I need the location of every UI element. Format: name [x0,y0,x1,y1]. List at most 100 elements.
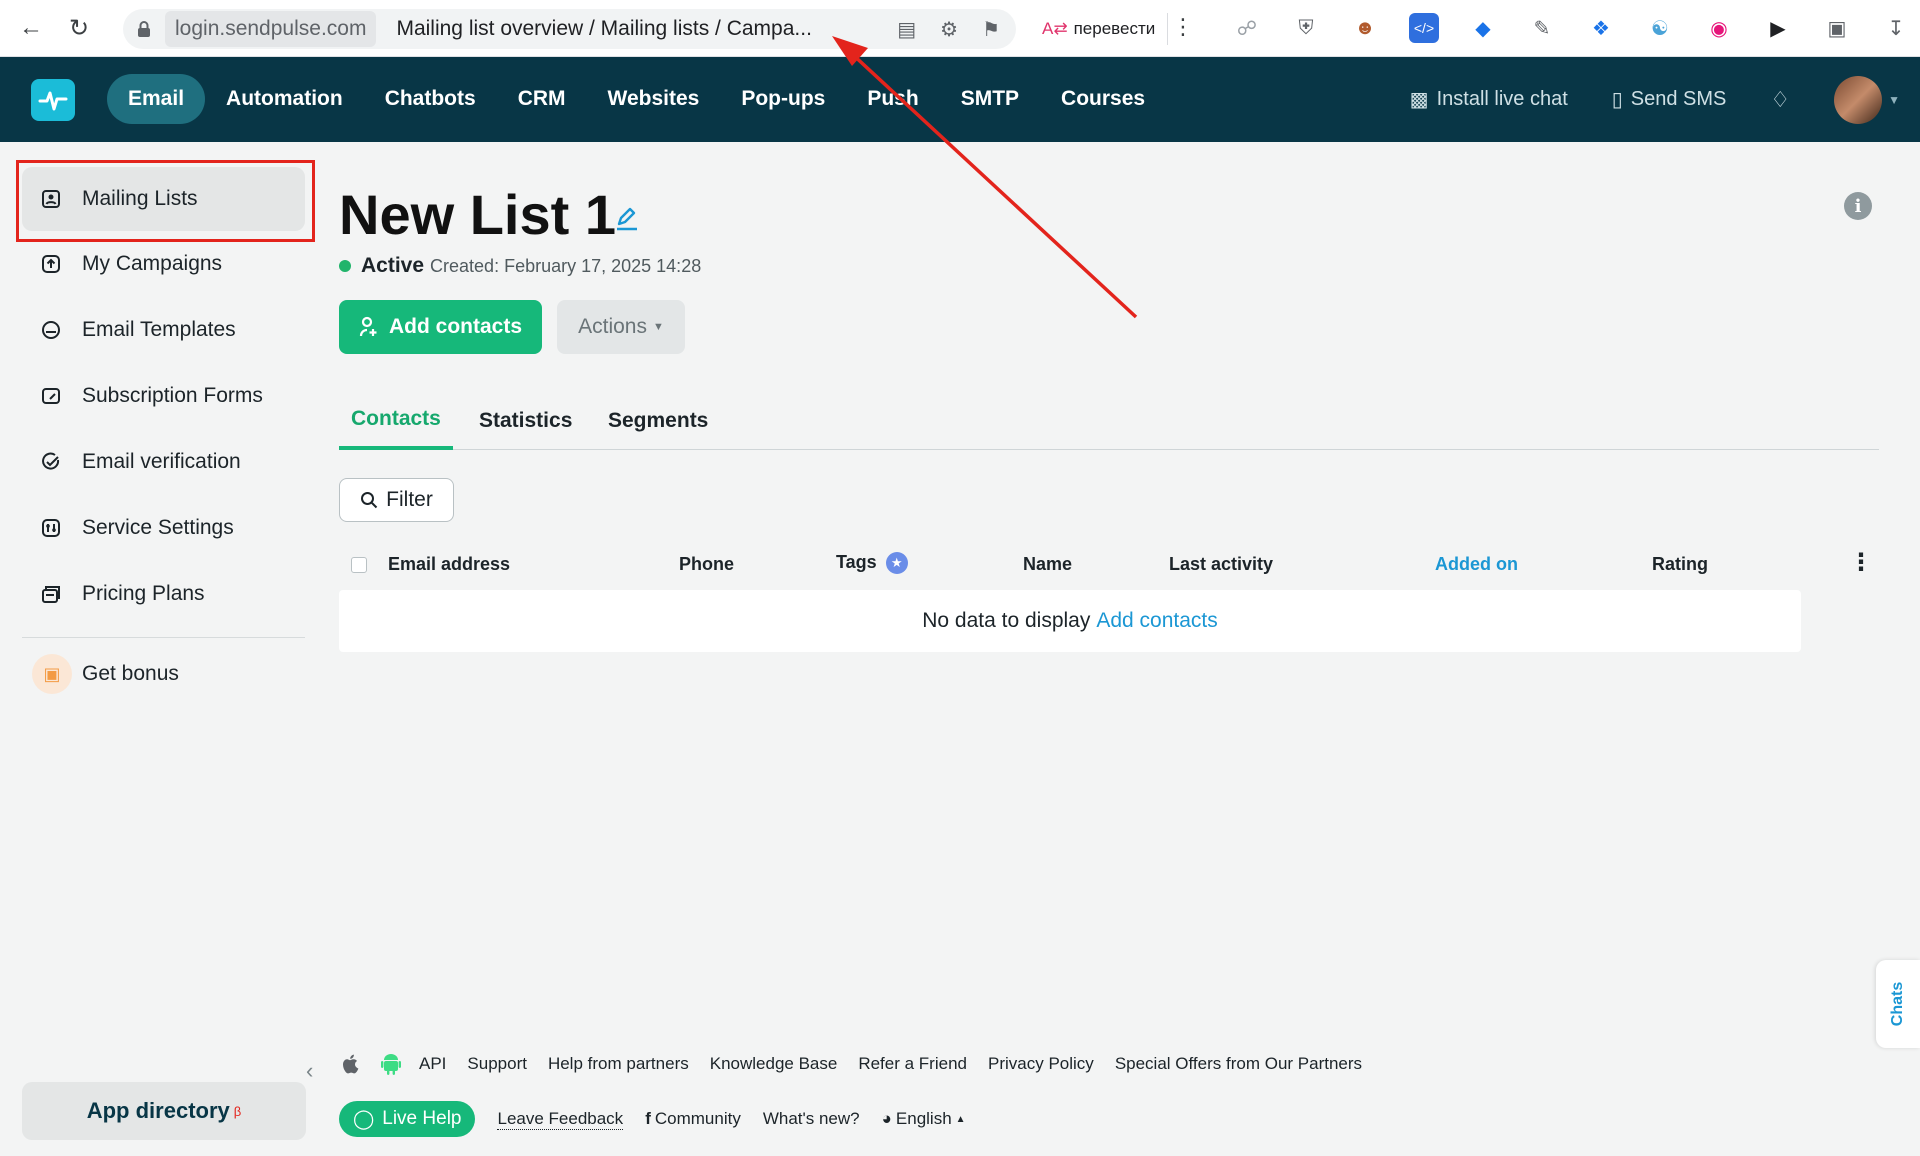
shield-extension-icon[interactable]: ⛨ [1291,13,1321,43]
list-status: Active Created: February 17, 2025 14:28 [339,254,701,278]
target-extension-icon[interactable]: ◉ [1704,13,1734,43]
actions-dropdown[interactable]: Actions ▼ [557,300,685,354]
tab-contacts[interactable]: Contacts [339,392,453,450]
column-settings-icon[interactable]: ⋮ [1849,548,1873,577]
bird-extension-icon[interactable]: ☯ [1645,13,1675,43]
bell-icon[interactable]: ♢ [1770,87,1790,113]
upload-icon [40,253,62,275]
sidebar-item-email-verification[interactable]: Email verification [22,430,305,494]
filter-button[interactable]: Filter [339,478,454,522]
nav-popups[interactable]: Pop-ups [720,74,846,124]
edit-pencil-icon[interactable] [613,204,641,232]
translate-page-icon[interactable]: ▤ [897,17,916,42]
sidebar: Mailing Lists My Campaigns Email Templat… [0,142,320,1156]
leave-feedback-link[interactable]: Leave Feedback [497,1109,624,1130]
avatar[interactable] [1834,75,1883,124]
whats-new-link[interactable]: What's new? [763,1109,860,1129]
download-icon[interactable]: ↧ [1881,13,1911,43]
nav-push[interactable]: Push [846,74,939,124]
puzzle-extension-icon[interactable]: ▣ [1822,13,1852,43]
contacts-icon [40,188,62,210]
community-label: Community [654,1109,741,1128]
sidebar-item-email-templates[interactable]: Email Templates [22,298,305,362]
column-added-on[interactable]: Added on [1435,554,1518,575]
app-directory-button[interactable]: App directory β [22,1082,306,1140]
template-icon [40,319,62,341]
footer-link-privacy[interactable]: Privacy Policy [988,1054,1094,1074]
language-selector[interactable]: ◕ English ▲ [882,1109,966,1129]
sidebar-item-subscription-forms[interactable]: Subscription Forms [22,364,305,428]
note-extension-icon[interactable]: ✎ [1527,13,1557,43]
community-link[interactable]: f Community [645,1109,741,1129]
chat-bubble-icon: ◯ [353,1108,375,1130]
language-label: English [895,1109,952,1128]
column-rating[interactable]: Rating [1652,554,1708,575]
column-last-activity[interactable]: Last activity [1169,554,1273,575]
tag-extension-icon[interactable]: ◆ [1468,13,1498,43]
sidebar-item-label: Email verification [82,450,241,473]
back-icon[interactable]: ← [11,8,51,48]
select-all-checkbox[interactable] [351,557,367,573]
sidebar-item-mailing-lists[interactable]: Mailing Lists [22,167,305,231]
lock-icon [138,21,150,37]
pulse-icon [38,91,68,111]
footer-link-support[interactable]: Support [467,1054,527,1074]
sidebar-item-pricing-plans[interactable]: Pricing Plans [22,562,305,626]
column-phone[interactable]: Phone [679,554,734,575]
footer-link-api[interactable]: API [419,1054,446,1074]
nav-websites[interactable]: Websites [587,74,721,124]
chats-side-tab[interactable]: Chats [1876,960,1920,1048]
nav-email[interactable]: Email [107,74,206,124]
column-name[interactable]: Name [1023,554,1072,575]
install-live-chat-label: Install live chat [1436,88,1568,110]
install-live-chat-link[interactable]: ▩ Install live chat [1410,87,1568,112]
sidebar-item-label: Mailing Lists [82,187,198,210]
play-extension-icon[interactable]: ▶ [1763,13,1793,43]
column-tags[interactable]: Tags ★ [836,552,908,575]
column-email[interactable]: Email address [388,554,510,575]
tab-statistics[interactable]: Statistics [479,392,572,450]
live-help-button[interactable]: ◯ Live Help [339,1101,476,1137]
check-circle-icon [40,451,62,473]
sidebar-item-my-campaigns[interactable]: My Campaigns [22,232,305,296]
footer-link-special-offers[interactable]: Special Offers from Our Partners [1115,1054,1362,1074]
bookmark-icon[interactable]: ⚑ [982,17,1000,42]
gift-icon: ▣ [32,654,72,694]
reload-icon[interactable]: ↻ [59,8,99,48]
add-contacts-button[interactable]: Add contacts [339,300,542,354]
tab-segments[interactable]: Segments [608,392,708,450]
nav-smtp[interactable]: SMTP [940,74,1040,124]
code-extension-icon[interactable]: </> [1409,13,1439,43]
empty-state-text: No data to display [922,609,1091,632]
nav-courses[interactable]: Courses [1040,74,1166,124]
menu-dots-icon[interactable]: ⋮ [1172,14,1194,40]
add-contacts-label: Add contacts [388,315,522,338]
chat-bubble-icon: ▩ [1409,89,1429,111]
live-help-label: Live Help [382,1108,462,1129]
sidebar-item-service-settings[interactable]: Service Settings [22,496,305,560]
footer-link-partners[interactable]: Help from partners [548,1054,689,1074]
sendpulse-logo[interactable] [31,79,75,121]
footer-link-knowledge-base[interactable]: Knowledge Base [710,1054,838,1074]
extension-puzzle-icon[interactable]: ⚙ [940,17,958,42]
link-extension-icon[interactable]: ☍ [1232,13,1262,43]
chef-extension-icon[interactable]: ☻ [1350,13,1380,43]
apple-icon[interactable] [339,1052,363,1076]
android-icon[interactable] [379,1052,403,1076]
sidebar-item-label: Pricing Plans [82,582,205,605]
collapse-sidebar-icon[interactable]: ‹ [306,1058,313,1084]
translate-extension[interactable]: A⇄ перевести [1030,13,1169,45]
empty-add-contacts-link[interactable]: Add contacts [1096,609,1217,633]
diamond-extension-icon[interactable]: ❖ [1586,13,1616,43]
footer-link-refer[interactable]: Refer a Friend [858,1054,967,1074]
sidebar-item-get-bonus[interactable]: ▣ Get bonus [22,642,305,706]
beta-badge: β [233,1103,242,1119]
info-icon[interactable]: i [1844,192,1872,220]
chevron-down-icon[interactable]: ▼ [1888,93,1900,107]
nav-chatbots[interactable]: Chatbots [364,74,497,124]
nav-crm[interactable]: CRM [497,74,587,124]
send-sms-link[interactable]: ▯ Send SMS [1612,87,1727,112]
address-bar[interactable]: login.sendpulse.com Mailing list overvie… [123,9,1016,49]
status-badge: Active [361,254,425,277]
nav-automation[interactable]: Automation [205,74,364,124]
